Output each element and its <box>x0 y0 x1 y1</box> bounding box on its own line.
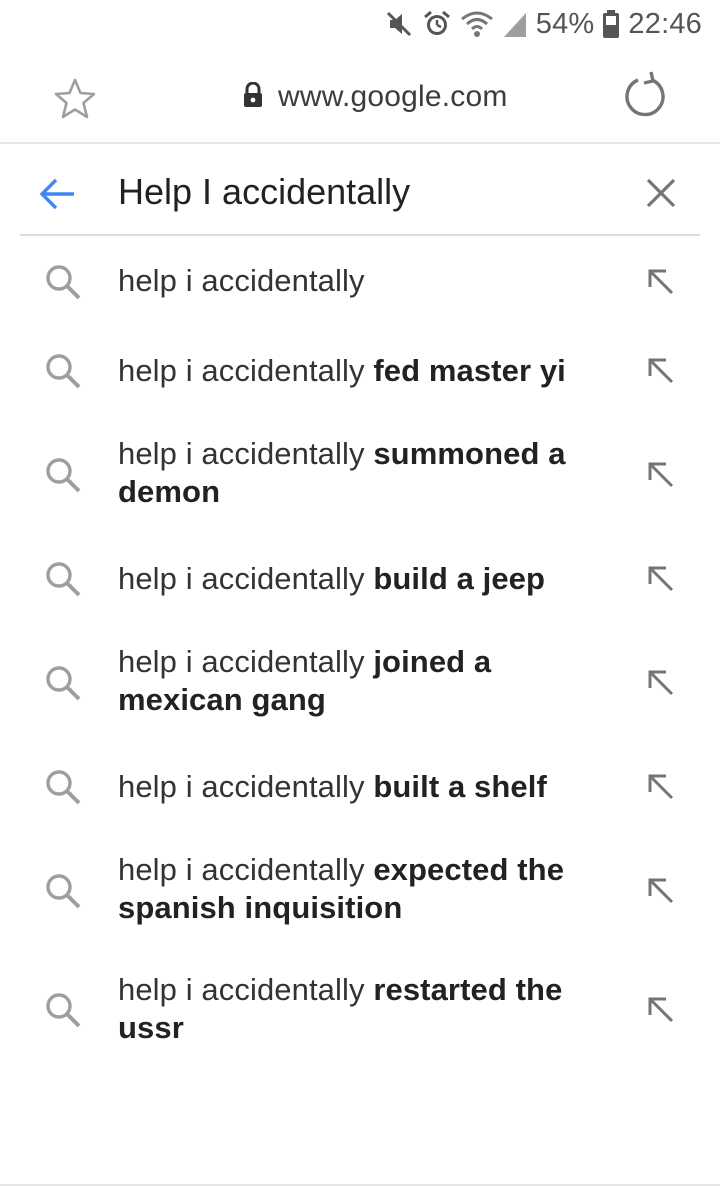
address-bar: www.google.com <box>0 48 720 144</box>
suggestion-text: help i accidentally fed master yi <box>118 352 588 390</box>
suggestion-text: help i accidentally expected the spanish… <box>118 851 588 927</box>
suggestion-query-part: help i accidentally <box>118 852 374 887</box>
search-icon <box>44 768 82 806</box>
suggestion-item[interactable]: help i accidentally expected the spanish… <box>0 830 720 950</box>
url-text: www.google.com <box>278 80 508 113</box>
suggestion-text: help i accidentally built a shelf <box>118 768 588 806</box>
search-bar <box>20 144 700 236</box>
back-button[interactable] <box>38 174 78 214</box>
insert-query-arrow-icon[interactable] <box>646 772 676 802</box>
suggestion-query-part: help i accidentally <box>118 769 374 804</box>
suggestion-item[interactable]: help i accidentally <box>0 236 720 326</box>
status-bar: 54% 22:46 <box>0 0 720 48</box>
search-icon <box>44 456 82 494</box>
clear-button[interactable] <box>644 176 678 210</box>
alarm-icon <box>422 9 452 39</box>
suggestion-text: help i accidentally <box>118 262 588 300</box>
wifi-icon <box>460 9 494 39</box>
insert-query-arrow-icon[interactable] <box>646 668 676 698</box>
search-icon <box>44 991 82 1029</box>
suggestion-list: help i accidentally help i accidentally f… <box>0 236 720 1068</box>
suggestion-item[interactable]: help i accidentally joined a mexican gan… <box>0 622 720 742</box>
url-field[interactable]: www.google.com <box>242 72 508 122</box>
battery-icon <box>602 9 620 39</box>
back-arrow-icon <box>39 178 74 210</box>
suggestion-item[interactable]: help i accidentally build a jeep <box>0 534 720 622</box>
insert-query-arrow-icon[interactable] <box>646 460 676 490</box>
suggestion-query-part: help i accidentally <box>118 561 374 596</box>
star-icon <box>54 78 96 119</box>
suggestion-text: help i accidentally build a jeep <box>118 560 588 598</box>
insert-query-arrow-icon[interactable] <box>646 564 676 594</box>
suggestion-query-part: help i accidentally <box>118 436 374 471</box>
suggestion-item[interactable]: help i accidentally summoned a demon <box>0 414 720 534</box>
signal-icon <box>502 9 528 39</box>
suggestion-item[interactable]: help i accidentally fed master yi <box>0 326 720 414</box>
lock-icon <box>242 81 264 113</box>
status-icons: 54% 22:46 <box>384 6 702 42</box>
search-input[interactable] <box>118 164 608 220</box>
suggestion-completion: build a jeep <box>373 561 546 596</box>
mute-icon <box>384 9 414 39</box>
search-icon <box>44 560 82 598</box>
suggestion-completion: fed master yi <box>373 353 566 388</box>
battery-percent: 54% <box>535 7 595 40</box>
search-icon <box>44 872 82 910</box>
suggestion-query-part: help i accidentally <box>118 644 374 679</box>
suggestion-query-part: help i accidentally <box>118 353 374 388</box>
insert-query-arrow-icon[interactable] <box>646 876 676 906</box>
suggestion-item[interactable]: help i accidentally built a shelf <box>0 742 720 830</box>
suggestion-query-part: help i accidentally <box>118 972 374 1007</box>
search-icon <box>44 352 82 390</box>
search-icon <box>44 263 82 301</box>
insert-query-arrow-icon[interactable] <box>646 356 676 386</box>
suggestion-text: help i accidentally summoned a demon <box>118 435 588 511</box>
clock: 22:46 <box>628 7 702 40</box>
suggestion-query-part: help i accidentally <box>118 263 365 298</box>
reload-icon <box>625 71 665 117</box>
suggestion-text: help i accidentally joined a mexican gan… <box>118 643 588 719</box>
insert-query-arrow-icon[interactable] <box>646 267 676 297</box>
suggestion-text: help i accidentally restarted the ussr <box>118 971 588 1047</box>
suggestion-item[interactable]: help i accidentally restarted the ussr <box>0 950 720 1068</box>
insert-query-arrow-icon[interactable] <box>646 995 676 1025</box>
suggestion-completion: built a shelf <box>373 769 547 804</box>
browser-page: 54% 22:46 www.google.com Help I accident… <box>0 0 720 1186</box>
close-icon <box>646 178 676 208</box>
bookmark-button[interactable] <box>52 76 98 122</box>
reload-button[interactable] <box>620 70 670 124</box>
search-icon <box>44 664 82 702</box>
